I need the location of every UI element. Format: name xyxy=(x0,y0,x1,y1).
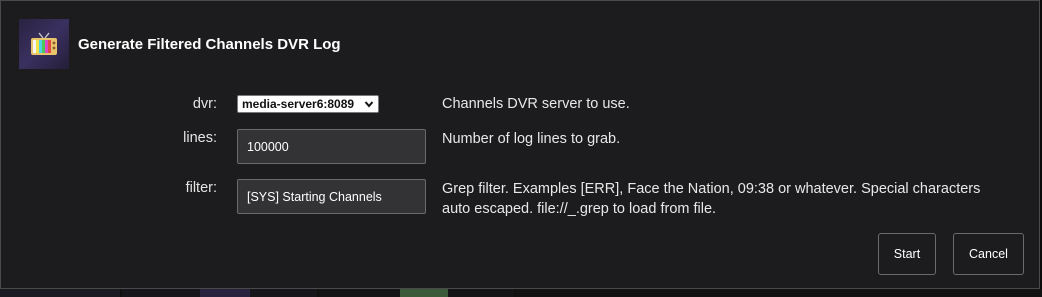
dvr-help: Channels DVR server to use. xyxy=(442,96,630,112)
start-button[interactable]: Start xyxy=(878,233,936,275)
strip-segment xyxy=(0,289,120,297)
dvr-select-value: media-server6:8089 xyxy=(242,97,355,111)
dialog-titlebar: Generate Filtered Channels DVR Log xyxy=(19,19,341,69)
lines-input-value: 100000 xyxy=(247,139,289,154)
dvr-select[interactable]: media-server6:8089 xyxy=(237,95,379,113)
cancel-button[interactable]: Cancel xyxy=(953,233,1024,275)
dvr-label: dvr: xyxy=(192,96,217,112)
dialog-title: Generate Filtered Channels DVR Log xyxy=(78,35,341,53)
retro-tv-icon xyxy=(19,19,69,69)
generate-log-dialog: Generate Filtered Channels DVR Log dvr: … xyxy=(0,0,1040,289)
background-window-strip xyxy=(0,289,1042,297)
filter-input-value: [SYS] Starting Channels xyxy=(247,189,382,204)
strip-segment xyxy=(400,289,448,297)
filter-label: filter: xyxy=(185,180,217,196)
filter-help: Grep filter. Examples [ERR], Face the Na… xyxy=(442,181,981,217)
filter-input[interactable]: [SYS] Starting Channels xyxy=(237,179,426,214)
tv-icon-graphic xyxy=(31,32,57,55)
strip-segment xyxy=(516,289,1042,297)
strip-segment xyxy=(200,289,250,297)
lines-input[interactable]: 100000 xyxy=(237,129,426,164)
chevron-down-icon xyxy=(364,101,374,108)
lines-label: lines: xyxy=(183,130,217,146)
lines-help: Number of log lines to grab. xyxy=(442,131,621,147)
